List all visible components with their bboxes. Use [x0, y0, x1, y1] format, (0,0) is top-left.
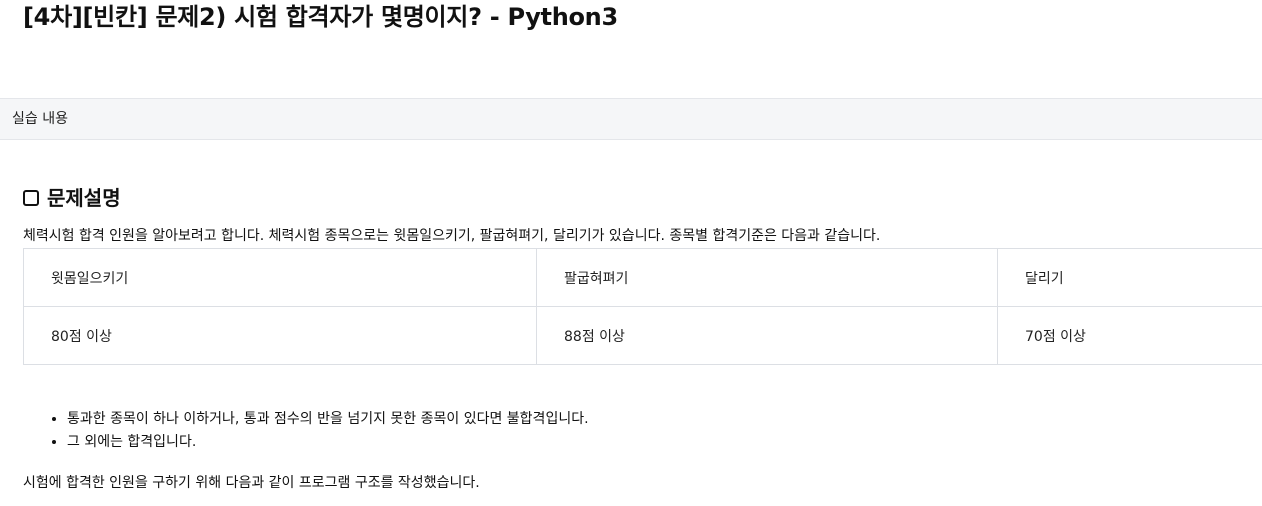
problem-intro: 체력시험 합격 인원을 알아보려고 합니다. 체력시험 종목으로는 윗몸일으키기… [23, 228, 881, 244]
table-cell: 달리기 [997, 248, 1262, 307]
table-cell: 윗몸일으키기 [23, 248, 537, 307]
table-cell: 80점 이상 [23, 306, 537, 365]
section-heading-label: 문제설명 [47, 186, 121, 210]
square-outline-icon [23, 190, 39, 206]
page-title: [4차][빈칸] 문제2) 시험 합격자가 몇명이지? - Python3 [23, 3, 618, 31]
section-heading: 문제설명 [23, 184, 121, 212]
table-cell: 88점 이상 [536, 306, 998, 365]
page: [4차][빈칸] 문제2) 시험 합격자가 몇명이지? - Python3 실습… [0, 0, 1262, 506]
criteria-table: 윗몸일으키기 팔굽혀펴기 달리기 80점 이상 88점 이상 70점 이상 [23, 248, 1262, 365]
rules-list: 통과한 종목이 하나 이하거나, 통과 점수의 반을 넘기지 못한 종목이 있다… [23, 408, 589, 454]
table-cell: 팔굽혀펴기 [536, 248, 998, 307]
table-cell: 70점 이상 [997, 306, 1262, 365]
table-row: 80점 이상 88점 이상 70점 이상 [23, 306, 1262, 365]
table-row: 윗몸일으키기 팔굽혀펴기 달리기 [23, 248, 1262, 307]
list-item: 그 외에는 합격입니다. [67, 431, 589, 454]
list-item: 통과한 종목이 하나 이하거나, 통과 점수의 반을 넘기지 못한 종목이 있다… [67, 408, 589, 431]
tab-practice-content[interactable]: 실습 내용 [12, 99, 68, 139]
tab-bar: 실습 내용 [0, 98, 1262, 140]
closing-text: 시험에 합격한 인원을 구하기 위해 다음과 같이 프로그램 구조를 작성했습니… [23, 475, 480, 491]
